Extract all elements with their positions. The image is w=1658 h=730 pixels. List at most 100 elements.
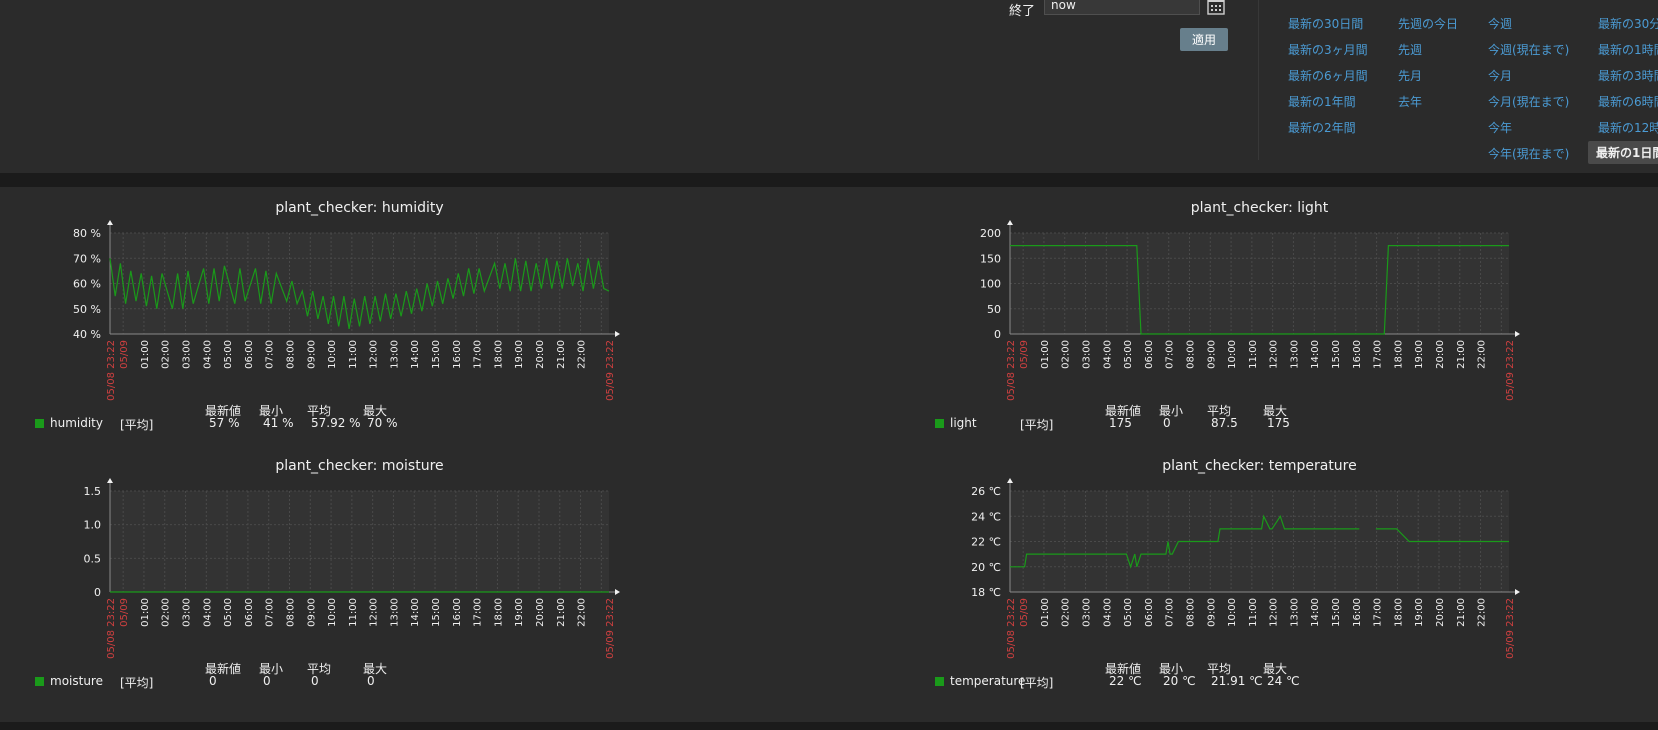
- x-tick-label: 01:00: [1040, 598, 1051, 627]
- legend-value-last: 22 ℃: [1109, 674, 1142, 688]
- y-tick-label: 150: [980, 252, 1001, 265]
- x-tick-label: 07:00: [265, 598, 276, 627]
- x-tick-label: 02:00: [161, 340, 172, 369]
- x-tick-label: 22:00: [577, 598, 588, 627]
- y-tick-label: 22 ℃: [971, 536, 1001, 549]
- plot-area: [110, 491, 609, 592]
- legend-value-avg: 57.92 %: [311, 416, 361, 430]
- y-tick-label: 26 ℃: [971, 485, 1001, 498]
- x-tick-label: 05:00: [223, 598, 234, 627]
- legend-function: [平均]: [120, 418, 154, 432]
- x-axis-arrow: [1515, 589, 1520, 595]
- y-tick-label: 20 ℃: [971, 561, 1001, 574]
- x-tick-label: 15:00: [1331, 340, 1342, 369]
- legend-value-min: 0: [263, 674, 271, 688]
- x-tick-label: 14:00: [1310, 340, 1321, 369]
- x-tick-start: 05/08 23:22: [1006, 340, 1017, 401]
- x-tick-label: 17:00: [473, 340, 484, 369]
- legend-series-name: humidity: [50, 416, 103, 430]
- x-tick-label: 22:00: [1477, 340, 1488, 369]
- x-tick-label: 21:00: [556, 598, 567, 627]
- x-tick-label: 10:00: [1227, 598, 1238, 627]
- x-tick-label: 04:00: [1102, 598, 1113, 627]
- y-tick-label: 100: [980, 278, 1001, 291]
- x-tick-label: 16:00: [452, 340, 463, 369]
- x-tick-label: 03:00: [182, 598, 193, 627]
- legend-series-name: light: [950, 416, 977, 430]
- x-tick-label: 11:00: [1248, 598, 1259, 627]
- legend-value-avg: 21.91 ℃: [1211, 674, 1263, 688]
- y-tick-label: 50 %: [73, 303, 101, 316]
- x-tick-label: 20:00: [535, 598, 546, 627]
- x-tick-label: 10:00: [1227, 340, 1238, 369]
- x-tick-label: 11:00: [1248, 340, 1259, 369]
- x-axis-arrow: [615, 331, 620, 337]
- x-tick-label: 15:00: [1331, 598, 1342, 627]
- x-tick-label: 07:00: [265, 340, 276, 369]
- legend-series-name: temperature: [950, 674, 1026, 688]
- x-tick-label: 16:00: [452, 598, 463, 627]
- x-tick-label: 18:00: [1393, 340, 1404, 369]
- y-axis-arrow: [1007, 220, 1013, 225]
- x-tick-label: 07:00: [1165, 340, 1176, 369]
- x-axis-arrow: [1515, 331, 1520, 337]
- x-tick-label: 04:00: [1102, 340, 1113, 369]
- x-tick-label: 06:00: [1144, 598, 1155, 627]
- legend-value-max: 70 %: [367, 416, 398, 430]
- x-tick-label: 20:00: [1435, 598, 1446, 627]
- x-tick-start: 05/08 23:22: [1006, 598, 1017, 659]
- y-tick-label: 80 %: [73, 227, 101, 240]
- x-tick-start: 05/08 23:22: [106, 598, 117, 659]
- x-tick-label: 06:00: [244, 598, 255, 627]
- y-tick-label: 70 %: [73, 252, 101, 265]
- x-tick-label: 14:00: [410, 598, 421, 627]
- x-tick-label: 06:00: [244, 340, 255, 369]
- legend-value-last: 175: [1109, 416, 1132, 430]
- x-tick-label: 12:00: [369, 598, 380, 627]
- x-tick-label: 17:00: [473, 598, 484, 627]
- legend-function: [平均]: [1020, 676, 1054, 690]
- y-tick-label: 50: [987, 303, 1001, 316]
- x-tick-label: 02:00: [161, 598, 172, 627]
- y-axis-arrow: [107, 478, 113, 483]
- x-tick-label: 03:00: [1082, 340, 1093, 369]
- chart-title: plant_checker: temperature: [1162, 458, 1357, 474]
- x-tick-label: 11:00: [348, 340, 359, 369]
- legend-value-max: 0: [367, 674, 375, 688]
- legend-value-max: 24 ℃: [1267, 674, 1300, 688]
- x-tick-label: 22:00: [1477, 598, 1488, 627]
- legend-value-last: 57 %: [209, 416, 240, 430]
- chart-title: plant_checker: moisture: [275, 458, 444, 474]
- x-tick-label: 11:00: [348, 598, 359, 627]
- x-tick-label: 15:00: [431, 340, 442, 369]
- x-tick-label: 08:00: [1185, 340, 1196, 369]
- legend-swatch: [35, 677, 44, 686]
- legend-value-max: 175: [1267, 416, 1290, 430]
- x-tick-label: 04:00: [202, 598, 213, 627]
- x-tick-end: 05/09 23:22: [1505, 598, 1516, 659]
- x-tick-label: 19:00: [1414, 340, 1425, 369]
- x-tick-day: 05/09: [119, 340, 130, 369]
- x-tick-end: 05/09 23:22: [605, 340, 616, 401]
- x-tick-label: 19:00: [514, 598, 525, 627]
- legend-swatch: [935, 419, 944, 428]
- y-tick-label: 18 ℃: [971, 586, 1001, 599]
- y-axis-arrow: [107, 220, 113, 225]
- legend-swatch: [935, 677, 944, 686]
- x-tick-label: 17:00: [1373, 340, 1384, 369]
- x-tick-label: 21:00: [556, 340, 567, 369]
- y-tick-label: 200: [980, 227, 1001, 240]
- y-tick-label: 40 %: [73, 328, 101, 341]
- x-tick-end: 05/09 23:22: [605, 598, 616, 659]
- y-tick-label: 1.0: [84, 519, 102, 532]
- x-tick-label: 09:00: [306, 598, 317, 627]
- x-tick-label: 13:00: [1289, 340, 1300, 369]
- legend-value-min: 41 %: [263, 416, 294, 430]
- y-tick-label: 1.5: [84, 485, 102, 498]
- x-tick-end: 05/09 23:22: [1505, 340, 1516, 401]
- x-tick-label: 10:00: [327, 340, 338, 369]
- x-tick-label: 03:00: [1082, 598, 1093, 627]
- x-tick-day: 05/09: [1019, 598, 1030, 627]
- x-tick-label: 03:00: [182, 340, 193, 369]
- x-tick-label: 13:00: [389, 598, 400, 627]
